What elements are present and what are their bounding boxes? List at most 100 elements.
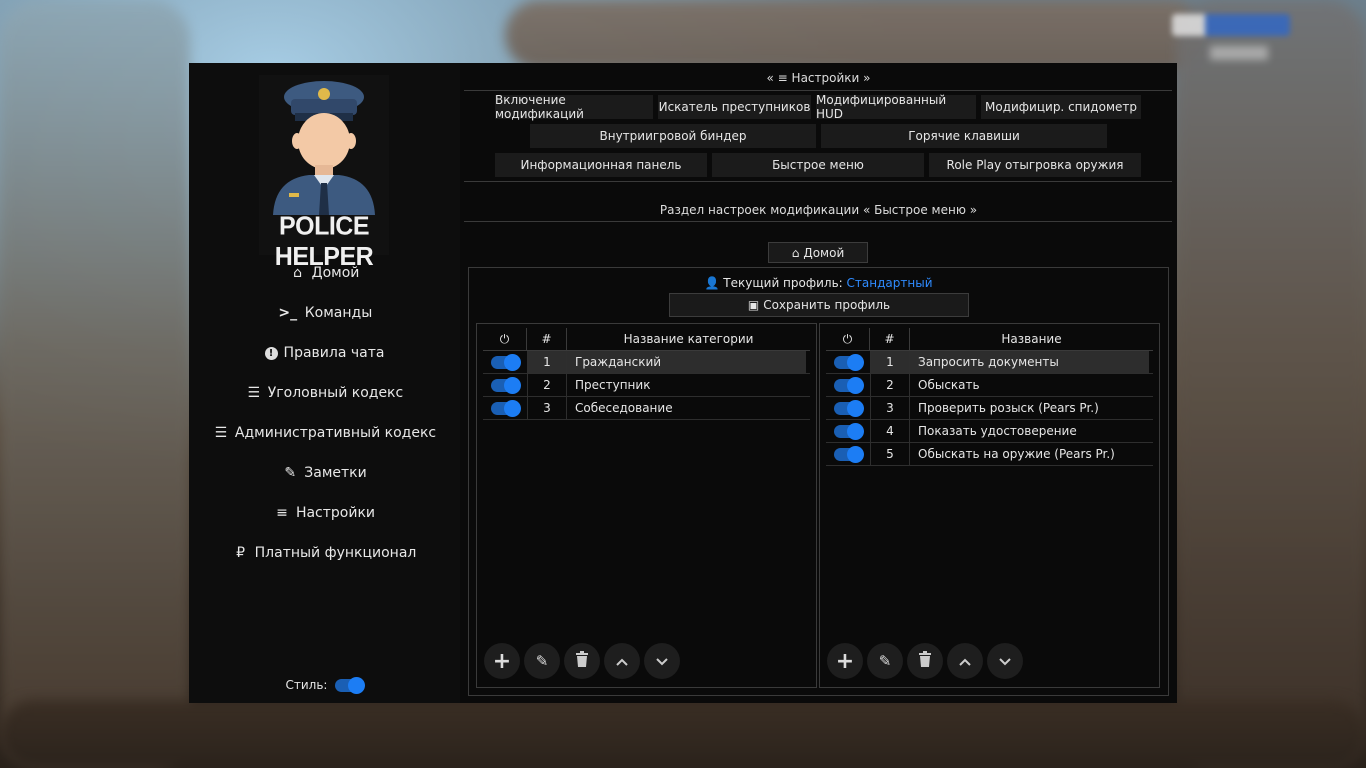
sidebar-item-label: Правила чата	[283, 345, 385, 361]
save-profile-button[interactable]: ▣ Сохранить профиль	[669, 293, 969, 317]
enable-toggle[interactable]	[834, 422, 864, 440]
sidebar-item-settings[interactable]: ≡ Настройки	[189, 493, 460, 533]
table-row[interactable]: 4 Показать удостоверение	[826, 420, 1153, 443]
section-title: Раздел настроек модификации « Быстрое ме…	[659, 203, 978, 217]
chevron-down-icon	[656, 652, 668, 670]
enable-toggle[interactable]	[491, 376, 521, 394]
row-name: Показать удостоверение	[918, 424, 1077, 438]
row-number: 3	[870, 397, 910, 419]
sidebar-item-label: Настройки	[295, 505, 376, 521]
column-header-category-name: Название категории	[623, 332, 754, 346]
item-actions: + ✎	[827, 643, 1023, 679]
sidebar-item-commands[interactable]: >_ Команды	[189, 293, 460, 333]
terminal-icon: >_	[278, 305, 298, 321]
exclamation-icon: !	[264, 346, 278, 360]
categories-rows: 1 Гражданский 2 Преступник 3 Собеседован…	[483, 351, 810, 420]
home-button-label: Домой	[803, 245, 845, 260]
breadcrumb: « ≡ Настройки »	[460, 71, 1177, 85]
column-header-name: Название	[1001, 332, 1062, 346]
background-scene-right	[1176, 0, 1366, 768]
edit-category-button[interactable]: ✎	[524, 643, 560, 679]
table-row[interactable]: 1 Запросить документы	[826, 351, 1153, 374]
ruble-icon: ₽	[236, 545, 246, 561]
profile-name[interactable]: Стандартный	[847, 276, 933, 290]
edit-item-button[interactable]: ✎	[867, 643, 903, 679]
home-icon: ⌂	[293, 265, 303, 281]
user-icon: 👤	[704, 276, 720, 290]
police-logo: POLICE HELPER	[259, 75, 389, 271]
table-header: ⏻ # Название категории	[483, 328, 810, 351]
items-rows: 1 Запросить документы 2 Обыскать 3 Прове…	[826, 351, 1153, 466]
column-header-number: #	[527, 328, 567, 350]
tab-hotkeys[interactable]: Горячие клавиши	[821, 124, 1107, 148]
sidebar-item-home[interactable]: ⌂ Домой	[189, 253, 460, 293]
tab-quick-menu[interactable]: Быстрое меню	[712, 153, 924, 177]
sidebar-item-label: Домой	[311, 265, 360, 281]
row-toggle-cell	[483, 351, 527, 373]
table-header: ⏻ # Название	[826, 328, 1153, 351]
move-down-item-button[interactable]	[987, 643, 1023, 679]
style-toggle[interactable]	[335, 676, 366, 694]
add-item-button[interactable]: +	[827, 643, 863, 679]
enable-toggle[interactable]	[491, 353, 521, 371]
enable-toggle[interactable]	[834, 376, 864, 394]
categories-table: ⏻ # Название категории 1 Гражданский 2 П…	[476, 323, 817, 688]
sidebar-item-label: Административный кодекс	[234, 425, 437, 441]
sidebar-item-paid-features[interactable]: ₽ Платный функционал	[189, 533, 460, 573]
enable-toggle[interactable]	[834, 399, 864, 417]
row-toggle-cell	[483, 397, 527, 419]
sliders-icon: ≡	[777, 71, 788, 85]
breadcrumb-left: «	[766, 71, 774, 85]
sidebar-item-label: Платный функционал	[254, 545, 417, 561]
chevron-down-icon	[999, 652, 1011, 670]
main-content: « ≡ Настройки » Включение модификаций Ис…	[460, 63, 1177, 703]
sidebar-item-chat-rules[interactable]: ! Правила чата	[189, 333, 460, 373]
power-icon: ⏻	[826, 328, 870, 350]
divider	[464, 181, 1172, 182]
quick-menu-panel: 👤 Текущий профиль: Стандартный ▣ Сохрани…	[468, 267, 1169, 696]
table-row[interactable]: 2 Обыскать	[826, 374, 1153, 397]
row-toggle-cell	[826, 374, 870, 396]
move-up-category-button[interactable]	[604, 643, 640, 679]
tab-info-panel[interactable]: Информационная панель	[495, 153, 707, 177]
sidebar-item-administrative-code[interactable]: ☰ Административный кодекс	[189, 413, 460, 453]
table-row[interactable]: 1 Гражданский	[483, 351, 810, 374]
home-button[interactable]: ⌂ Домой	[768, 242, 868, 263]
tab-rp-weapon[interactable]: Role Play отыгровка оружия	[929, 153, 1141, 177]
table-row[interactable]: 3 Собеседование	[483, 397, 810, 420]
sidebar-item-criminal-code[interactable]: ☰ Уголовный кодекс	[189, 373, 460, 413]
enable-toggle[interactable]	[834, 353, 864, 371]
delete-item-button[interactable]	[907, 643, 943, 679]
add-category-button[interactable]: +	[484, 643, 520, 679]
column-header-number: #	[870, 328, 910, 350]
sidebar-item-notes[interactable]: ✎ Заметки	[189, 453, 460, 493]
plus-icon: +	[492, 648, 512, 674]
tab-binder[interactable]: Внутриигровой биндер	[530, 124, 816, 148]
table-row[interactable]: 2 Преступник	[483, 374, 810, 397]
tab-modifications[interactable]: Включение модификаций	[495, 93, 653, 121]
row-number: 2	[870, 374, 910, 396]
plus-icon: +	[835, 648, 855, 674]
sidebar: POLICE HELPER ⌂ Домой >_ Команды ! Прави…	[189, 63, 460, 703]
row-toggle-cell	[826, 397, 870, 419]
sliders-icon: ≡	[276, 505, 288, 521]
tab-modified-hud[interactable]: Модифицированный HUD	[816, 93, 976, 121]
tab-criminal-finder[interactable]: Искатель преступников	[658, 95, 811, 119]
background-ground	[0, 700, 1366, 768]
move-down-category-button[interactable]	[644, 643, 680, 679]
table-row[interactable]: 5 Обыскать на оружие (Pears Pr.)	[826, 443, 1153, 466]
delete-category-button[interactable]	[564, 643, 600, 679]
enable-toggle[interactable]	[834, 445, 864, 463]
tab-speedometer[interactable]: Модифицир. спидометр	[981, 95, 1141, 119]
row-number: 5	[870, 443, 910, 465]
breadcrumb-label: Настройки	[791, 71, 860, 85]
row-name: Запросить документы	[910, 351, 1149, 373]
row-toggle-cell	[826, 351, 870, 373]
enable-toggle[interactable]	[491, 399, 521, 417]
move-up-item-button[interactable]	[947, 643, 983, 679]
row-name: Проверить розыск (Pears Pr.)	[918, 401, 1099, 415]
table-row[interactable]: 3 Проверить розыск (Pears Pr.)	[826, 397, 1153, 420]
style-label: Стиль:	[285, 678, 328, 692]
profile-label: Текущий профиль:	[723, 276, 843, 290]
current-profile: 👤 Текущий профиль: Стандартный	[469, 276, 1168, 290]
